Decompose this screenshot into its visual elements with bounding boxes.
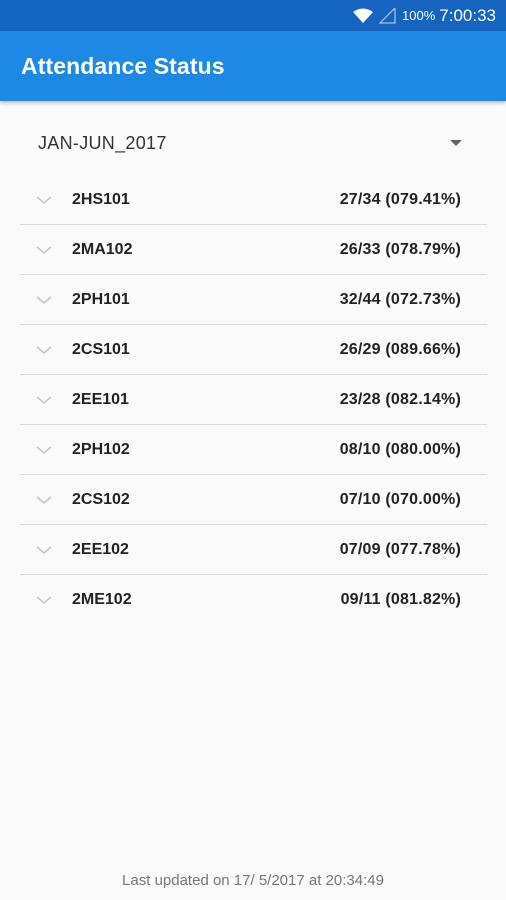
chevron-down-icon xyxy=(36,545,52,554)
chevron-down-icon xyxy=(36,395,52,404)
course-code: 2MA102 xyxy=(72,240,133,258)
course-code: 2HS101 xyxy=(72,190,130,208)
course-row[interactable]: 2CS102 07/10 (070.00%) xyxy=(20,475,487,525)
course-code: 2EE102 xyxy=(72,540,129,558)
wifi-icon xyxy=(353,8,374,23)
course-row[interactable]: 2PH102 08/10 (080.00%) xyxy=(20,425,487,475)
course-attendance: 23/28 (082.14%) xyxy=(339,390,461,408)
course-attendance: 32/44 (072.73%) xyxy=(339,290,461,308)
course-row[interactable]: 2CS101 26/29 (089.66%) xyxy=(20,325,487,375)
course-attendance: 07/09 (077.78%) xyxy=(339,540,461,558)
course-attendance: 26/29 (089.66%) xyxy=(339,340,461,358)
course-code: 2ME102 xyxy=(72,591,132,608)
chevron-down-icon xyxy=(36,445,52,454)
course-row[interactable]: 2PH101 32/44 (072.73%) xyxy=(20,275,487,325)
chevron-down-icon xyxy=(36,295,52,304)
status-bar: 100% 7:00:33 xyxy=(0,0,506,31)
signal-icon xyxy=(379,7,396,24)
course-row[interactable]: 2MA102 26/33 (078.79%) xyxy=(20,225,487,275)
chevron-down-icon xyxy=(36,495,52,504)
chevron-down-icon xyxy=(36,345,52,354)
course-attendance: 08/10 (080.00%) xyxy=(339,440,461,458)
course-row[interactable]: 2HS101 27/34 (079.41%) xyxy=(20,175,487,225)
course-attendance: 07/10 (070.00%) xyxy=(339,490,461,508)
clock: 7:00:33 xyxy=(439,5,496,25)
course-list: 2HS101 27/34 (079.41%) 2MA102 26/33 (078… xyxy=(20,175,487,625)
course-row[interactable]: 2EE102 07/09 (077.78%) xyxy=(20,525,487,575)
course-code: 2CS101 xyxy=(72,340,130,358)
chevron-down-icon xyxy=(36,245,52,254)
chevron-down-icon xyxy=(36,596,52,605)
course-code: 2EE101 xyxy=(72,390,129,408)
course-attendance: 09/11 (081.82%) xyxy=(340,591,461,608)
last-updated-text: Last updated on 17/ 5/2017 at 20:34:49 xyxy=(122,872,384,889)
course-code: 2PH101 xyxy=(72,290,130,308)
semester-dropdown[interactable]: JAN-JUN_2017 xyxy=(20,118,486,168)
chevron-down-icon xyxy=(36,195,52,204)
battery-percent: 100% xyxy=(402,8,436,23)
app-bar: Attendance Status xyxy=(0,31,506,101)
course-attendance: 27/34 (079.41%) xyxy=(339,190,461,208)
course-attendance: 26/33 (078.79%) xyxy=(339,240,461,258)
dropdown-arrow-icon xyxy=(450,140,462,146)
course-code: 2CS102 xyxy=(72,490,130,508)
course-row[interactable]: 2EE101 23/28 (082.14%) xyxy=(20,375,487,425)
page-title: Attendance Status xyxy=(21,52,225,79)
course-code: 2PH102 xyxy=(72,440,130,458)
course-row[interactable]: 2ME102 09/11 (081.82%) xyxy=(20,575,487,625)
semester-dropdown-value: JAN-JUN_2017 xyxy=(38,132,167,153)
